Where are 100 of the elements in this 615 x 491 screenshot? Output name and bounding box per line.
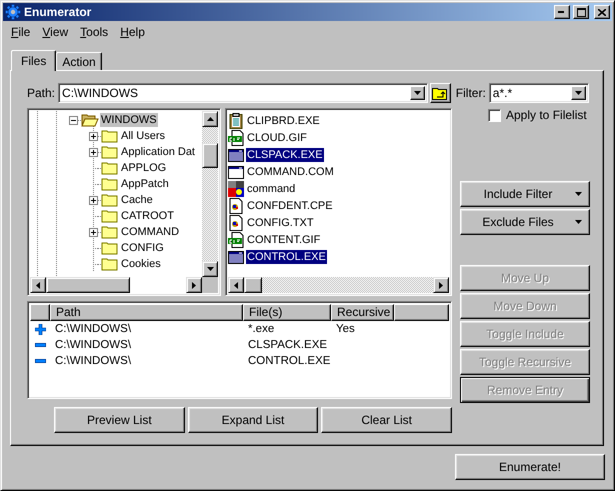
listed-file[interactable]: CONFIG.TXT — [246, 216, 315, 230]
scroll-up-button[interactable] — [202, 111, 218, 127]
listed-file[interactable]: CLIPBRD.EXE — [246, 114, 321, 128]
folder-icon — [101, 177, 119, 191]
scroll-left-icon — [36, 282, 40, 288]
filter-label: Filter: — [456, 86, 486, 100]
folder-icon — [101, 145, 119, 159]
table-cell-text: CONTROL.EXE — [247, 355, 331, 367]
dos-icon — [228, 180, 244, 196]
list-button[interactable]: Preview List — [54, 407, 185, 433]
plus-icon — [34, 324, 46, 334]
listed-file[interactable]: CONTENT.GIF — [246, 232, 322, 246]
tree-item[interactable]: COMMAND — [120, 225, 180, 239]
minus-icon — [34, 343, 46, 347]
listed-file[interactable]: COMMAND.COM — [246, 164, 335, 178]
tree-item[interactable]: Cookies — [120, 257, 162, 271]
image-file-icon — [228, 232, 244, 248]
table-cell-text: *.exe — [247, 323, 276, 335]
minus-icon — [34, 359, 46, 363]
menu-item[interactable]: Tools — [74, 24, 114, 38]
close-icon — [598, 8, 606, 16]
document-icon — [228, 214, 244, 230]
gear-icon — [5, 4, 21, 20]
checkbox-label: Apply to Filelist — [506, 108, 587, 122]
scroll-left-button[interactable] — [30, 277, 46, 293]
path-combo[interactable]: C:\WINDOWS — [58, 83, 428, 103]
column-header[interactable]: File(s) — [243, 304, 331, 321]
listed-file[interactable]: CLOUD.GIF — [246, 130, 308, 144]
folder-icon — [101, 241, 119, 255]
table-cell-text: C:\WINDOWS\ — [54, 323, 132, 335]
tree-item[interactable]: Application Dat — [120, 145, 196, 159]
image-file-icon — [228, 130, 244, 146]
tree-item[interactable]: All Users — [120, 129, 166, 143]
listed-file[interactable]: CLSPACK.EXE — [246, 148, 324, 162]
tree-item[interactable]: AppPatch — [120, 177, 170, 191]
tree-item[interactable]: CONFIG — [120, 241, 165, 255]
scrollbar-corner — [202, 277, 218, 293]
collapse-icon[interactable] — [69, 116, 78, 124]
menu-item[interactable]: View — [36, 24, 74, 38]
horizontal-scrollbar[interactable] — [30, 277, 202, 293]
folder-icon — [101, 257, 119, 271]
listed-file[interactable]: CONFDENT.CPE — [246, 198, 334, 212]
folder-icon — [101, 161, 119, 175]
expand-icon[interactable] — [89, 148, 98, 156]
tree-item[interactable]: Cache — [120, 193, 154, 207]
enumerate-button[interactable]: Enumerate! — [455, 454, 605, 480]
folder-up-button[interactable] — [430, 83, 451, 103]
clipboard-icon — [228, 112, 244, 128]
tree-item[interactable]: CATROOT — [120, 209, 175, 223]
scroll-right-icon — [439, 282, 443, 288]
horizontal-scrollbar[interactable] — [228, 277, 449, 293]
column-header[interactable] — [394, 304, 449, 321]
close-button[interactable] — [594, 5, 610, 19]
checkbox[interactable] — [488, 108, 501, 122]
path-label: Path: — [27, 86, 56, 100]
scroll-left-button[interactable] — [228, 277, 244, 293]
document-icon — [228, 198, 244, 214]
maximize-button[interactable] — [573, 5, 589, 19]
folder-up-icon — [432, 86, 448, 100]
expand-icon[interactable] — [89, 196, 98, 204]
scroll-down-button[interactable] — [202, 261, 218, 277]
scroll-right-button[interactable] — [186, 277, 202, 293]
open-folder-icon — [81, 113, 99, 127]
application-icon — [228, 164, 244, 180]
vertical-scrollbar[interactable] — [202, 111, 218, 277]
menu-item[interactable]: File — [5, 24, 36, 38]
tab[interactable]: Files — [11, 50, 56, 71]
scroll-left-icon — [234, 282, 238, 288]
application-icon — [228, 248, 244, 264]
expand-icon[interactable] — [89, 132, 98, 140]
scroll-up-icon — [206, 117, 214, 121]
list-button[interactable]: Clear List — [321, 407, 452, 433]
tab[interactable]: Action — [56, 52, 102, 70]
folder-icon — [101, 209, 119, 223]
list-button[interactable]: Expand List — [188, 407, 318, 433]
expand-icon[interactable] — [89, 228, 98, 236]
scroll-right-icon — [192, 282, 196, 288]
tree-item[interactable]: WINDOWS — [100, 113, 158, 127]
folder-icon — [101, 225, 119, 239]
column-header[interactable]: Recursive — [331, 304, 394, 321]
filter-button[interactable]: Include Filter — [460, 181, 590, 207]
column-header[interactable] — [30, 304, 50, 321]
folder-icon — [101, 193, 119, 207]
scroll-down-icon — [206, 267, 214, 271]
scroll-thumb[interactable] — [202, 143, 218, 168]
caret-icon — [575, 91, 582, 95]
maximize-icon — [576, 8, 586, 16]
listed-file[interactable]: CONTROL.EXE — [246, 250, 327, 264]
table-cell-text: CLSPACK.EXE — [247, 339, 328, 351]
scroll-right-button[interactable] — [433, 277, 449, 293]
filter-combo[interactable]: a*.* — [488, 83, 589, 103]
filter-button[interactable]: Exclude Files — [460, 209, 590, 235]
tree-item[interactable]: APPLOG — [120, 161, 168, 175]
scroll-thumb[interactable] — [244, 277, 262, 293]
menu-item[interactable]: Help — [114, 24, 151, 38]
column-header[interactable]: Path — [50, 304, 243, 321]
listed-file[interactable]: command — [246, 182, 296, 196]
scroll-thumb[interactable] — [46, 277, 130, 293]
folder-icon — [101, 129, 119, 143]
minimize-button[interactable] — [554, 5, 570, 19]
